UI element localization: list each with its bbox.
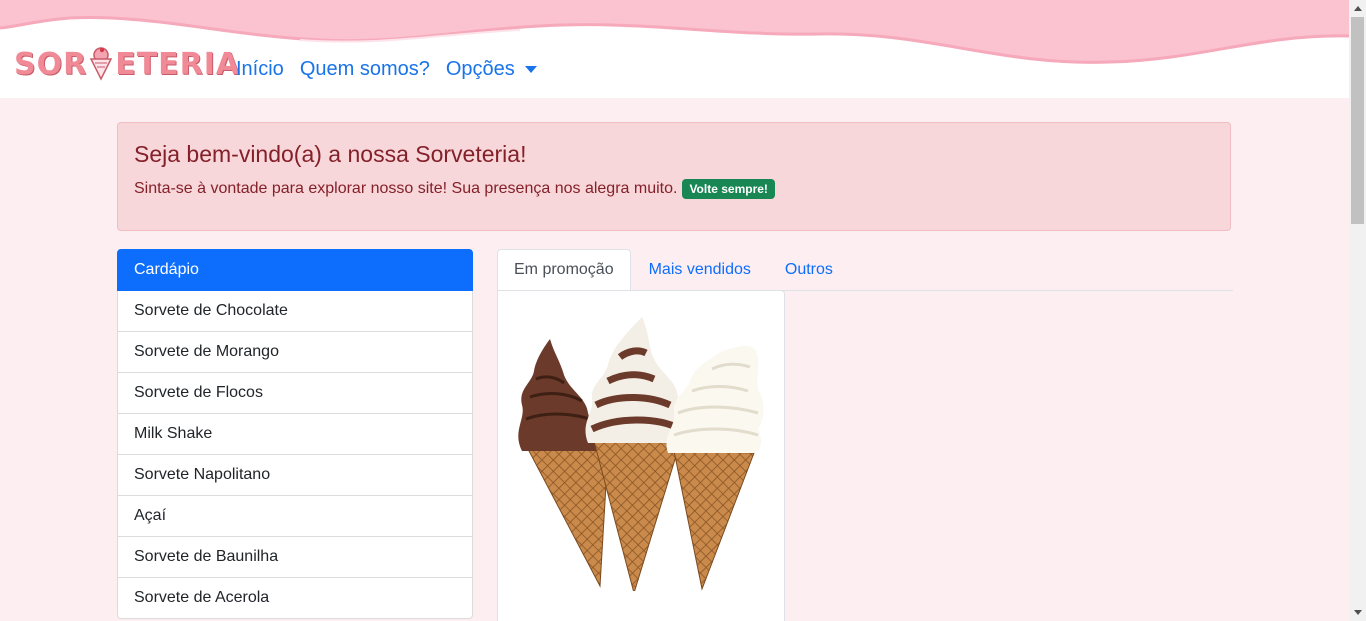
chevron-down-icon — [524, 65, 537, 73]
product-card[interactable] — [497, 290, 785, 621]
menu-item[interactable]: Sorvete de Morango — [117, 332, 473, 373]
alert-message: Sinta-se à vontade para explorar nosso s… — [134, 180, 678, 197]
menu-item[interactable]: Sorvete Napolitano — [117, 455, 473, 496]
tab-mais-vendidos[interactable]: Mais vendidos — [633, 249, 767, 291]
menu-header[interactable]: Cardápio — [117, 249, 473, 291]
scroll-up-arrow-icon[interactable] — [1349, 0, 1366, 17]
page: SOR ETERIA Início Quem somos? Opções Sej… — [0, 0, 1349, 621]
alert-title: Seja bem-vindo(a) a nossa Sorveteria! — [134, 141, 527, 167]
menu-item[interactable]: Sorvete de Flocos — [117, 373, 473, 414]
nav-quem-somos[interactable]: Quem somos? — [300, 55, 430, 83]
logo-text-end: ETERIA — [115, 46, 241, 82]
page-scrollbar[interactable] — [1349, 0, 1366, 621]
tab-outros[interactable]: Outros — [769, 249, 849, 291]
tab-em-promocao[interactable]: Em promoção — [497, 249, 631, 291]
menu-item[interactable]: Sorvete de Chocolate — [117, 291, 473, 332]
menu-item[interactable]: Açaí — [117, 496, 473, 537]
menu-item[interactable]: Sorvete de Baunilha — [117, 537, 473, 578]
nav-opcoes-dropdown[interactable]: Opções — [446, 55, 537, 83]
scroll-down-arrow-icon[interactable] — [1349, 604, 1366, 621]
logo-text-start: SOR — [14, 46, 88, 82]
nav-inicio[interactable]: Início — [236, 55, 284, 83]
volte-sempre-badge: Volte sempre! — [682, 179, 775, 199]
header: SOR ETERIA Início Quem somos? Opções — [0, 0, 1349, 98]
main-nav: Início Quem somos? Opções — [236, 55, 553, 83]
menu-list: Cardápio Sorvete de Chocolate Sorvete de… — [117, 249, 473, 619]
ice-cream-cones-image — [518, 317, 764, 591]
welcome-alert: Seja bem-vindo(a) a nossa Sorveteria! Si… — [117, 122, 1231, 231]
nav-opcoes-label: Opções — [445, 57, 515, 80]
product-tabs: Em promoção Mais vendidos Outros — [497, 249, 1233, 291]
ice-cream-cone-icon — [90, 47, 113, 81]
alert-message-row: Sinta-se à vontade para explorar nosso s… — [134, 179, 775, 199]
menu-item[interactable]: Milk Shake — [117, 414, 473, 455]
menu-item[interactable]: Sorvete de Acerola — [117, 578, 473, 619]
scrollbar-thumb[interactable] — [1351, 17, 1364, 224]
logo[interactable]: SOR ETERIA — [14, 44, 240, 84]
